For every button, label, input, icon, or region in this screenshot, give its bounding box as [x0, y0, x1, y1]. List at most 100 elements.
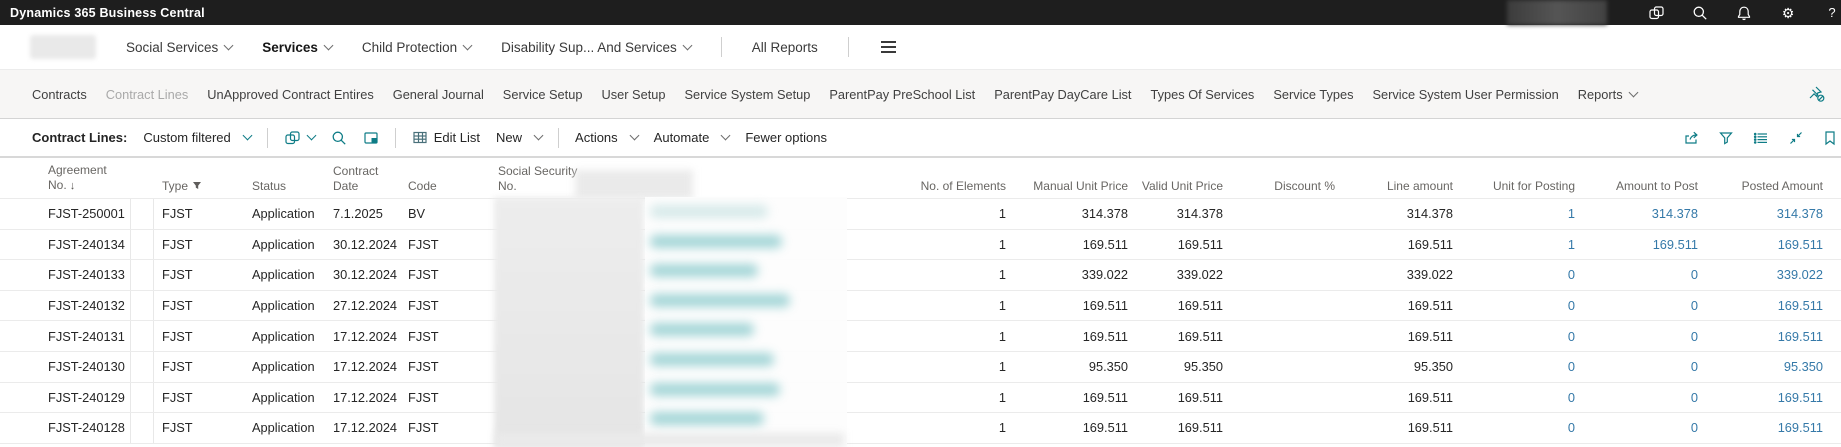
cell-line-amount[interactable]: 314.378: [1337, 199, 1455, 229]
cell-unit-for-posting[interactable]: 0: [1455, 291, 1577, 321]
cell-name[interactable]: [640, 291, 813, 321]
cell-type[interactable]: FJST: [154, 199, 244, 229]
cell-name[interactable]: [640, 383, 813, 413]
cell-status[interactable]: Application: [244, 230, 325, 260]
cell-agreement-no[interactable]: FJST-240133: [38, 260, 130, 290]
cell-type[interactable]: FJST: [154, 260, 244, 290]
cell-type[interactable]: FJST: [154, 230, 244, 260]
header-unit-for-posting[interactable]: Unit for Posting: [1455, 179, 1577, 193]
cell-status[interactable]: Application: [244, 383, 325, 413]
cell-valid-unit-price[interactable]: 169.511: [1130, 413, 1225, 443]
table-row[interactable]: FJST-250001FJSTApplication7.1.2025BV1314…: [0, 199, 1841, 230]
bookmark-icon[interactable]: [1823, 130, 1841, 146]
share-icon[interactable]: [1683, 130, 1701, 146]
cell-posted-amount[interactable]: 95.350: [1700, 352, 1825, 382]
header-no-of-elements[interactable]: No. of Elements: [813, 179, 1008, 193]
notifications-bell-icon[interactable]: [1735, 4, 1753, 22]
cell-amount-to-post[interactable]: 0: [1577, 383, 1700, 413]
filter-state-button[interactable]: Custom filtered: [143, 130, 250, 145]
cell-status[interactable]: Application: [244, 321, 325, 351]
cell-name[interactable]: [640, 230, 813, 260]
cell-manual-unit-price[interactable]: 169.511: [1008, 321, 1130, 351]
cell-amount-to-post[interactable]: 314.378: [1577, 199, 1700, 229]
cell-unit-for-posting[interactable]: 0: [1455, 321, 1577, 351]
cell-amount-to-post[interactable]: 0: [1577, 321, 1700, 351]
cell-agreement-no[interactable]: FJST-240131: [38, 321, 130, 351]
cell-line-amount[interactable]: 169.511: [1337, 291, 1455, 321]
cell-contract-date[interactable]: 27.12.2024: [325, 291, 400, 321]
cell-ssn[interactable]: [490, 352, 640, 382]
cell-posted-amount[interactable]: 314.378: [1700, 199, 1825, 229]
cell-status[interactable]: Application: [244, 352, 325, 382]
table-row[interactable]: FJST-240133FJSTApplication30.12.2024FJST…: [0, 260, 1841, 291]
cell-type[interactable]: FJST: [154, 413, 244, 443]
cell-no-of-elements[interactable]: 1: [813, 383, 1008, 413]
tab-parentpay-preschool-list[interactable]: ParentPay PreSchool List: [829, 87, 975, 102]
header-discount-pct[interactable]: Discount %: [1225, 179, 1337, 193]
cell-status[interactable]: Application: [244, 413, 325, 443]
collapse-icon[interactable]: [1788, 130, 1806, 146]
unpin-icon[interactable]: [1805, 85, 1827, 103]
cell-agreement-no[interactable]: FJST-240134: [38, 230, 130, 260]
cell-amount-to-post[interactable]: 0: [1577, 352, 1700, 382]
cell-discount[interactable]: [1225, 413, 1337, 443]
cell-posted-amount[interactable]: 169.511: [1700, 321, 1825, 351]
analyze-icon[interactable]: [363, 130, 379, 146]
environment-icon[interactable]: [1647, 4, 1665, 22]
table-row[interactable]: FJST-240129FJSTApplication17.12.2024FJST…: [0, 383, 1841, 414]
header-contract-date[interactable]: Contract Date: [325, 164, 400, 193]
cell-code[interactable]: FJST: [400, 352, 490, 382]
cell-name[interactable]: [640, 413, 813, 443]
header-status[interactable]: Status: [244, 179, 325, 193]
cell-ssn[interactable]: [490, 199, 640, 229]
header-code[interactable]: Code: [400, 179, 490, 193]
cell-posted-amount[interactable]: 169.511: [1700, 230, 1825, 260]
cell-posted-amount[interactable]: 169.511: [1700, 383, 1825, 413]
nav-all-reports[interactable]: All Reports: [752, 40, 818, 55]
cell-discount[interactable]: [1225, 383, 1337, 413]
cell-discount[interactable]: [1225, 230, 1337, 260]
header-social-security-no[interactable]: Social Security No.: [490, 164, 640, 193]
header-type[interactable]: Type: [154, 179, 244, 193]
cell-line-amount[interactable]: 95.350: [1337, 352, 1455, 382]
cell-valid-unit-price[interactable]: 95.350: [1130, 352, 1225, 382]
cell-type[interactable]: FJST: [154, 383, 244, 413]
header-name[interactable]: Name: [640, 179, 813, 193]
cell-code[interactable]: FJST: [400, 260, 490, 290]
cell-status[interactable]: Application: [244, 291, 325, 321]
cell-status[interactable]: Application: [244, 199, 325, 229]
cell-posted-amount[interactable]: 339.022: [1700, 260, 1825, 290]
tab-service-system-user-permission[interactable]: Service System User Permission: [1372, 87, 1558, 102]
cell-valid-unit-price[interactable]: 339.022: [1130, 260, 1225, 290]
tab-service-setup[interactable]: Service Setup: [503, 87, 583, 102]
nav-services[interactable]: Services: [262, 40, 332, 55]
cell-no-of-elements[interactable]: 1: [813, 321, 1008, 351]
cell-no-of-elements[interactable]: 1: [813, 413, 1008, 443]
cell-agreement-no[interactable]: FJST-240130: [38, 352, 130, 382]
cell-unit-for-posting[interactable]: 1: [1455, 230, 1577, 260]
cell-line-amount[interactable]: 169.511: [1337, 413, 1455, 443]
filter-icon[interactable]: [1718, 130, 1736, 146]
search-icon[interactable]: [1691, 4, 1709, 22]
cell-agreement-no[interactable]: FJST-240128: [38, 413, 130, 443]
header-manual-unit-price[interactable]: Manual Unit Price: [1008, 179, 1130, 193]
choose-columns-icon[interactable]: [1753, 130, 1771, 146]
cell-code[interactable]: FJST: [400, 321, 490, 351]
header-amount-to-post[interactable]: Amount to Post: [1577, 179, 1700, 193]
cell-amount-to-post[interactable]: 0: [1577, 260, 1700, 290]
cell-ssn[interactable]: [490, 383, 640, 413]
cell-code[interactable]: FJST: [400, 291, 490, 321]
cell-name[interactable]: [640, 352, 813, 382]
settings-gear-icon[interactable]: ⚙: [1779, 4, 1797, 22]
cell-agreement-no[interactable]: FJST-240132: [38, 291, 130, 321]
cell-manual-unit-price[interactable]: 169.511: [1008, 291, 1130, 321]
cell-valid-unit-price[interactable]: 169.511: [1130, 230, 1225, 260]
cell-agreement-no[interactable]: FJST-250001: [38, 199, 130, 229]
cell-code[interactable]: BV: [400, 199, 490, 229]
automate-button[interactable]: Automate: [654, 130, 730, 145]
tab-reports[interactable]: Reports: [1578, 87, 1637, 102]
help-icon[interactable]: ?: [1823, 4, 1841, 22]
nav-child-protection[interactable]: Child Protection: [362, 40, 471, 55]
actions-button[interactable]: Actions: [575, 130, 638, 145]
cell-line-amount[interactable]: 169.511: [1337, 321, 1455, 351]
